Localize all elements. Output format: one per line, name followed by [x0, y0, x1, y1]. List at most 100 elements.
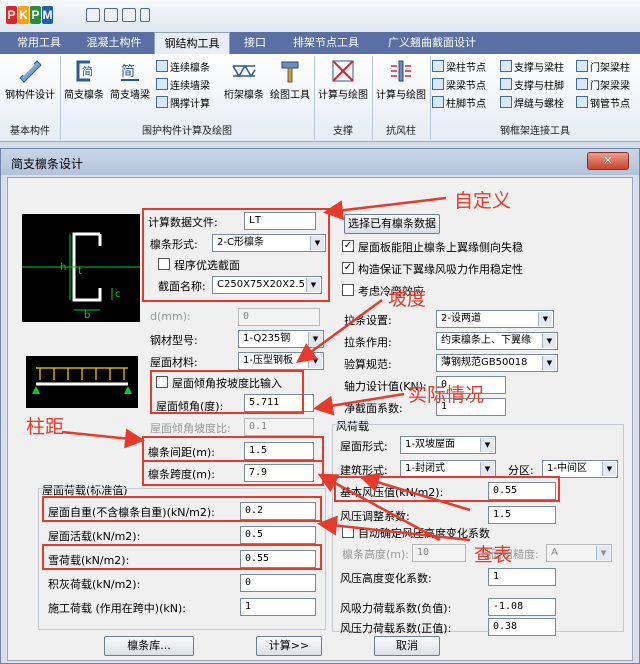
tab-bent-joint[interactable]: 排架节点工具 — [286, 32, 366, 54]
calculate-button[interactable]: 计算>> — [256, 636, 322, 656]
pressure-label: 风压力荷载系数(正值): — [340, 622, 452, 635]
print-preview-icon[interactable] — [122, 8, 136, 22]
tab-concrete[interactable]: 混凝土构件 — [78, 32, 150, 54]
slope-ratio-input[interactable]: 0.1 — [244, 418, 314, 436]
highlight-box — [42, 496, 322, 522]
auto-height-label: 自动确定风压高度变化系数 — [358, 527, 490, 540]
tab-interface[interactable]: 接口 — [236, 32, 274, 54]
cold-bend-checkbox[interactable] — [342, 284, 354, 296]
d-input[interactable]: 0 — [238, 308, 320, 326]
construction-load-label: 施工荷载 (作用在跨中)(kN): — [48, 602, 186, 615]
annotation-column-spacing: 柱距 — [26, 416, 65, 438]
dialog-body: b t h c 计算数据文件: LT 檩条形式: 2-C形檩条 ▼ 程序优选截面 … — [7, 177, 633, 661]
hammer-icon — [281, 61, 299, 83]
annotation-actual: 实际情况 — [408, 384, 485, 406]
beam-load-diagram — [26, 356, 138, 408]
corner-brace-calc-button[interactable]: 隅撑计算 — [156, 94, 210, 110]
live-load-input[interactable]: 0.5 — [240, 526, 316, 544]
portal-beam-column-button[interactable]: 门架梁柱 — [576, 58, 630, 74]
pressure-input[interactable]: 0.38 — [488, 618, 556, 636]
close-button[interactable]: ✕ — [587, 152, 629, 170]
continuous-purlin-button[interactable]: 连续檩条 — [156, 58, 210, 74]
print-icon[interactable] — [104, 8, 118, 22]
group-divider — [430, 56, 431, 140]
group-basic-members: 基本构件 — [10, 126, 50, 137]
roof-panel-checkbox[interactable]: ✓ — [342, 240, 354, 252]
truss-icon — [232, 64, 256, 78]
auto-height-checkbox[interactable] — [342, 526, 354, 538]
drawing-tool-button[interactable]: 绘图工具 — [268, 54, 312, 110]
ribbon-panel: 钢构件设计 简 简支檩条 简 简支墙梁 连续檩条 连续墙梁 隅撑计算 桁架檩条 … — [0, 54, 640, 142]
suction-input[interactable]: -1.08 — [488, 598, 556, 616]
dialog-title: 简支檩条设计 — [11, 157, 84, 171]
purlin-height-input[interactable]: 10 — [412, 544, 466, 562]
chevron-down-icon: ▼ — [596, 546, 610, 560]
continuous-wall-beam-button[interactable]: 连续墙梁 — [156, 76, 210, 92]
brace-beam-column-button[interactable]: 支撑与梁柱 — [500, 58, 564, 74]
truss-purlin-button[interactable]: 桁架檩条 — [222, 54, 266, 110]
select-purlin-data-button[interactable]: 选择已有檩条数据 — [344, 214, 440, 234]
logo-letter: K — [18, 6, 29, 24]
brace-calc-draw-button[interactable]: 计算与绘图 — [316, 54, 370, 110]
brace-column-foot-icon — [500, 78, 512, 90]
tie-setting-label: 拉条设置: — [344, 314, 392, 327]
x-brace-icon — [332, 60, 354, 82]
column-foot-joint-button[interactable]: 柱脚节点 — [432, 94, 486, 110]
annotation-lookup: 查表 — [474, 544, 513, 566]
tie-setting-select[interactable]: 2-设两道 ▼ — [436, 310, 554, 328]
tab-steel-tools[interactable]: 钢结构工具 — [154, 32, 230, 54]
steel-tube-joint-button[interactable]: 钢管节点 — [576, 94, 630, 110]
group-divider — [60, 56, 61, 140]
logo-letter: P — [30, 6, 41, 24]
cancel-button[interactable]: 取消 — [374, 636, 440, 656]
steel-tube-icon — [576, 96, 588, 108]
height-coef-input[interactable]: 1 — [488, 568, 556, 586]
wind-adjust-input[interactable]: 1.5 — [488, 506, 556, 524]
live-load-label: 屋面活载(kN/m2): — [48, 530, 141, 543]
ash-load-input[interactable]: 0 — [240, 574, 316, 592]
ribbon-tabs: 常用工具 混凝土构件 钢结构工具 接口 排架节点工具 广义翘曲截面设计 — [0, 32, 640, 54]
construction-load-input[interactable]: 1 — [240, 598, 316, 616]
code-select[interactable]: 薄钢规范GB50018 ▼ — [436, 354, 558, 372]
highlight-box — [142, 436, 324, 462]
beam-beam-joint-button[interactable]: 梁梁节点 — [432, 76, 486, 92]
svg-text:简: 简 — [121, 63, 135, 80]
group-wind-column: 抗风柱 — [386, 126, 416, 137]
steel-grade-label: 钢材型号: — [150, 334, 198, 347]
simple-wall-beam-button[interactable]: 简 简支墙梁 — [108, 54, 152, 110]
highlight-box — [142, 460, 324, 486]
tab-common-tools[interactable]: 常用工具 — [6, 32, 72, 54]
purlin-height-label: 檩条高度(m): — [342, 548, 410, 561]
roof-material-label: 屋面材料: — [150, 356, 198, 369]
logo-letter: M — [42, 6, 53, 24]
customize-icon[interactable] — [140, 8, 150, 22]
portal-beam-beam-button[interactable]: 门架梁梁 — [576, 76, 630, 92]
construction-checkbox[interactable]: ✓ — [342, 262, 354, 274]
brace-column-foot-button[interactable]: 支撑与柱脚 — [500, 76, 564, 92]
portal-beam-column-icon — [576, 60, 588, 72]
dialog-titlebar: 简支檩条设计 ✕ — [1, 149, 639, 175]
wind-column-calc-draw-button[interactable]: 计算与绘图 — [374, 54, 428, 110]
simple-purlin-dialog: 简支檩条设计 ✕ b t h c 计算数据文件: LT 檩条形式: 2-C形檩条… — [0, 148, 640, 664]
logo-letter: P — [6, 6, 17, 24]
continuous-wall-beam-icon — [156, 78, 168, 90]
beam-column-joint-button[interactable]: 梁柱节点 — [432, 58, 486, 74]
purlin-library-button[interactable]: 檩条库... — [104, 636, 194, 656]
chevron-down-icon: ▼ — [480, 462, 494, 476]
roof-material-select[interactable]: 1-压型钢板 ▼ — [238, 352, 324, 370]
net-section-label: 净截面系数: — [344, 402, 403, 415]
wall-beam-icon: 简 — [121, 63, 139, 81]
terrain-select[interactable]: A ▼ — [546, 544, 612, 562]
steel-member-design-button[interactable]: 钢构件设计 — [2, 54, 58, 110]
tab-warping-section[interactable]: 广义翘曲截面设计 — [378, 32, 486, 54]
weld-bolt-button[interactable]: 焊缝与螺栓 — [500, 94, 564, 110]
save-icon[interactable] — [86, 8, 100, 22]
code-label: 验算规范: — [344, 358, 392, 371]
height-coef-label: 风压高度变化系数: — [340, 572, 432, 585]
suction-label: 风吸力荷载系数(负值): — [340, 602, 452, 615]
roof-form-select[interactable]: 1-双坡屋面 ▼ — [400, 436, 496, 454]
tie-action-select[interactable]: 约束檩条上、下翼缘 ▼ — [436, 332, 558, 350]
simple-purlin-button[interactable]: 简 简支檩条 — [62, 54, 106, 110]
corner-brace-icon — [156, 96, 168, 108]
steel-grade-select[interactable]: 1-Q235钢 ▼ — [238, 330, 324, 348]
